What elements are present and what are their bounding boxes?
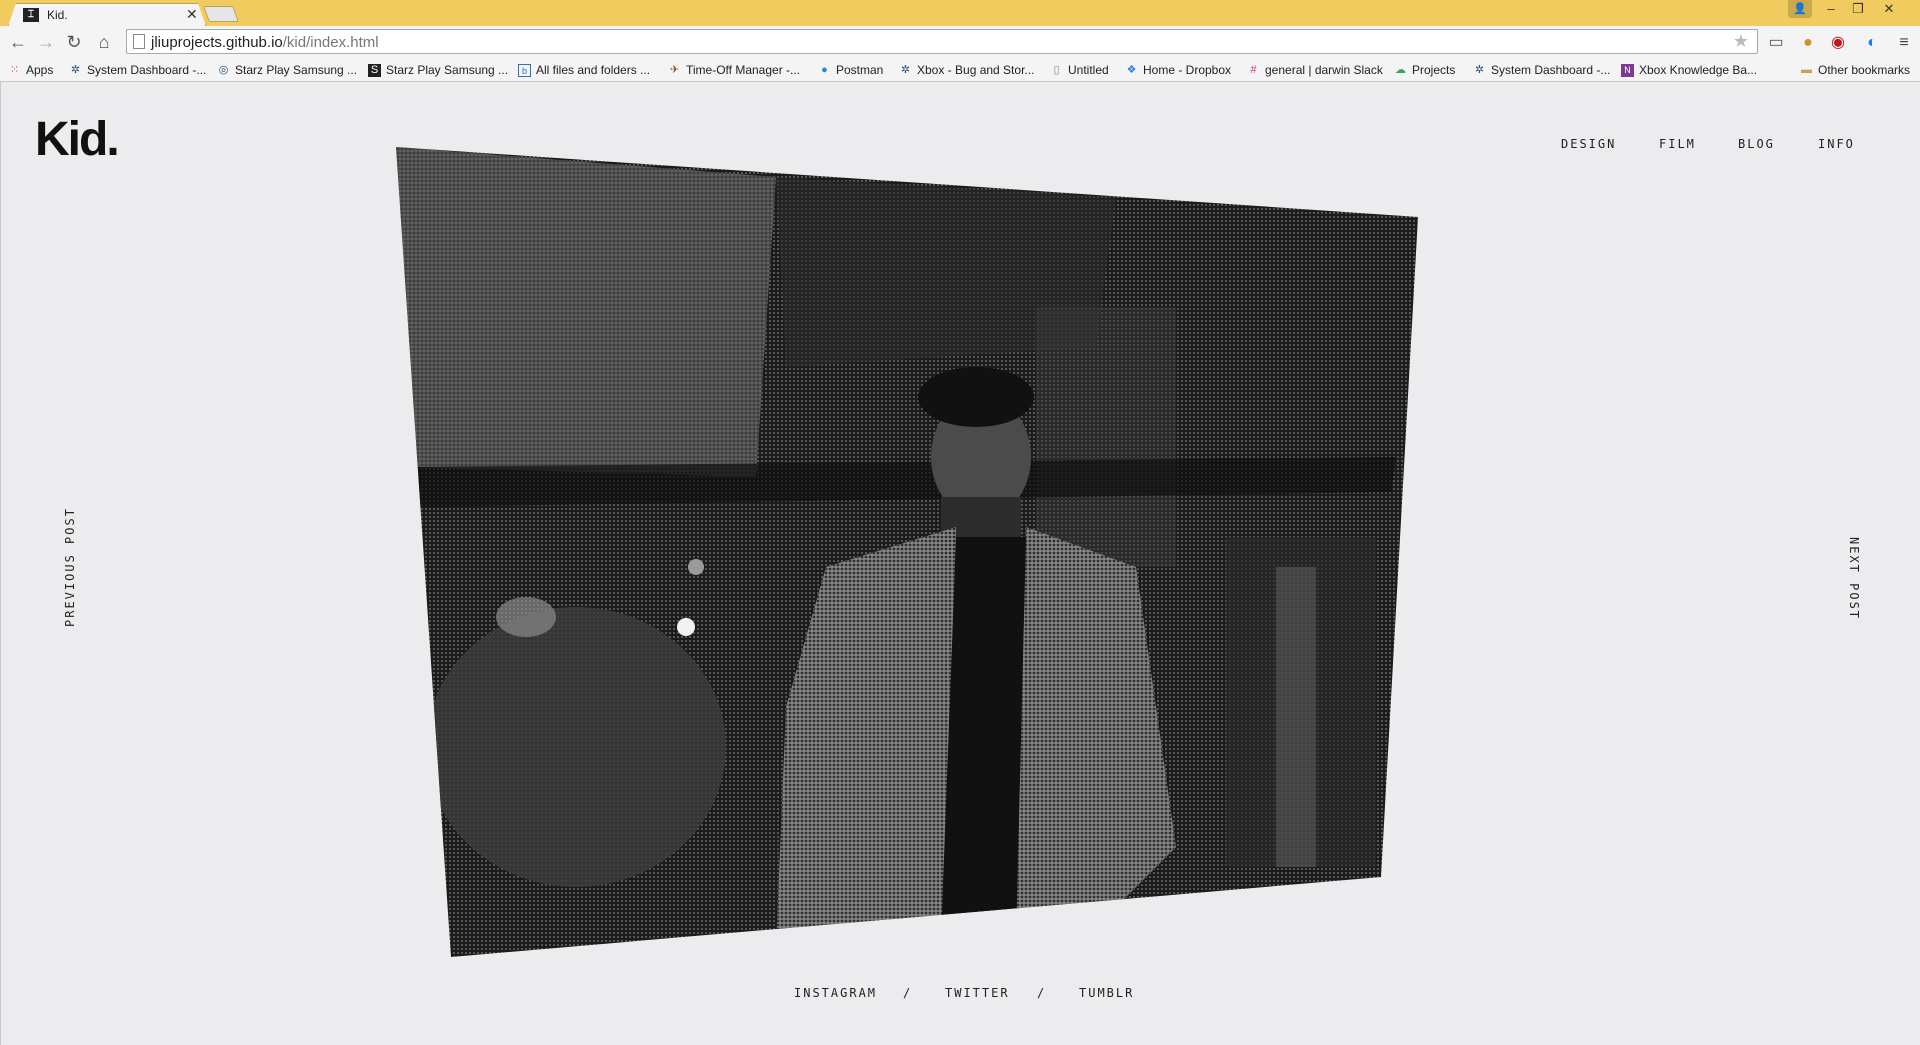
bookmark-item[interactable]: ◎ Starz Play Samsung ... (217, 61, 357, 79)
browser-toolbar: ← → ↻ ⌂ jliuprojects.github.io/kid/index… (0, 26, 1920, 58)
bookmark-apps[interactable]: ⁙ Apps (8, 61, 53, 79)
starz-icon: S (368, 63, 381, 77)
bookmark-item[interactable]: # general | darwin Slack (1247, 61, 1382, 79)
site-logo[interactable]: Kid. (35, 112, 120, 167)
halftone-photo-image (396, 147, 1418, 957)
bookmark-item[interactable]: N Xbox Knowledge Ba... (1621, 61, 1757, 79)
reload-icon[interactable]: ↻ (64, 32, 84, 52)
restore-icon[interactable]: ❐ (1845, 0, 1871, 18)
bookmark-item[interactable]: b All files and folders ... (518, 61, 650, 79)
other-bookmarks[interactable]: ▬ Other bookmarks (1800, 61, 1910, 79)
minimize-icon[interactable]: – (1818, 0, 1844, 18)
menu-icon[interactable]: ≡ (1894, 33, 1914, 53)
featured-photo[interactable] (396, 147, 1421, 957)
next-post-link[interactable]: NEXT POST (1847, 537, 1861, 620)
kid-favicon-icon: ⌶ (23, 8, 39, 22)
bookmark-star-icon[interactable]: ★ (1733, 31, 1749, 52)
timeoff-icon: ✈ (669, 63, 680, 76)
twitter-link[interactable]: TWITTER (945, 986, 1010, 1000)
postman-icon: ● (821, 63, 828, 76)
bookmark-item[interactable]: S Starz Play Samsung ... (368, 61, 508, 79)
nav-design[interactable]: DESIGN (1561, 137, 1616, 151)
bookmark-item[interactable]: ✈ Time-Off Manager -... (668, 61, 800, 79)
starz-icon: ◎ (218, 63, 229, 76)
box-icon: b (518, 63, 531, 77)
bookmark-item[interactable]: ✲ System Dashboard -... (69, 61, 207, 79)
address-bar[interactable]: jliuprojects.github.io/kid/index.html ★ (126, 29, 1758, 54)
new-tab-button[interactable] (203, 6, 239, 22)
back-icon[interactable]: ← (8, 32, 28, 52)
messenger-icon[interactable]: ◐ (1862, 33, 1882, 53)
profile-icon[interactable]: 👤 (1788, 0, 1812, 18)
onenote-icon: N (1621, 63, 1634, 77)
previous-post-link[interactable]: PREVIOUS POST (63, 507, 77, 627)
close-tab-icon[interactable]: ✕ (186, 6, 198, 23)
bookmark-item[interactable]: ▯ Untitled (1050, 61, 1108, 79)
cookie-icon[interactable]: ● (1798, 33, 1818, 53)
apps-icon: ⁙ (9, 63, 20, 76)
bookmark-item[interactable]: ✲ System Dashboard -... (1473, 61, 1611, 79)
bookmarks-bar: ⁙ Apps ✲ System Dashboard -... ◎ Starz Play… (0, 58, 1920, 82)
page-content: Kid. DESIGN FILM BLOG INFO PREVIOUS POST… (0, 82, 1920, 1045)
tab-title: Kid. (47, 8, 68, 22)
close-window-icon[interactable]: ✕ (1876, 0, 1902, 18)
url-text[interactable]: jliuprojects.github.io/kid/index.html (151, 34, 379, 51)
bookmark-item[interactable]: ❖ Home - Dropbox (1125, 61, 1231, 79)
projects-icon: ☁ (1395, 63, 1406, 76)
bookmark-item[interactable]: ✲ Xbox - Bug and Stor... (899, 61, 1035, 79)
instagram-link[interactable]: INSTAGRAM (794, 986, 877, 1000)
social-separator: / (903, 986, 913, 1000)
cast-icon[interactable]: ▭ (1766, 33, 1786, 53)
dashboard-icon: ✲ (900, 63, 911, 76)
nav-info[interactable]: INFO (1818, 137, 1855, 151)
nav-film[interactable]: FILM (1659, 137, 1696, 151)
social-separator: / (1037, 986, 1047, 1000)
dashboard-icon: ✲ (1474, 63, 1485, 76)
dashboard-icon: ✲ (70, 63, 81, 76)
browser-tab[interactable]: ⌶ Kid. ✕ (8, 3, 206, 26)
opera-icon[interactable]: ◉ (1828, 33, 1848, 53)
page-icon: ▯ (1053, 63, 1060, 76)
nav-blog[interactable]: BLOG (1738, 137, 1775, 151)
page-icon (133, 34, 145, 49)
forward-icon[interactable]: → (36, 32, 56, 52)
slack-icon: # (1250, 63, 1257, 76)
home-icon[interactable]: ⌂ (94, 32, 114, 52)
dropbox-icon: ❖ (1126, 63, 1137, 76)
title-bar: ⌶ Kid. ✕ 👤 – ❐ ✕ (0, 0, 1920, 26)
tumblr-link[interactable]: TUMBLR (1079, 986, 1134, 1000)
bookmark-item[interactable]: ☁ Projects (1394, 61, 1455, 79)
bookmark-item[interactable]: ● Postman (818, 61, 883, 79)
folder-icon: ▬ (1801, 63, 1812, 76)
